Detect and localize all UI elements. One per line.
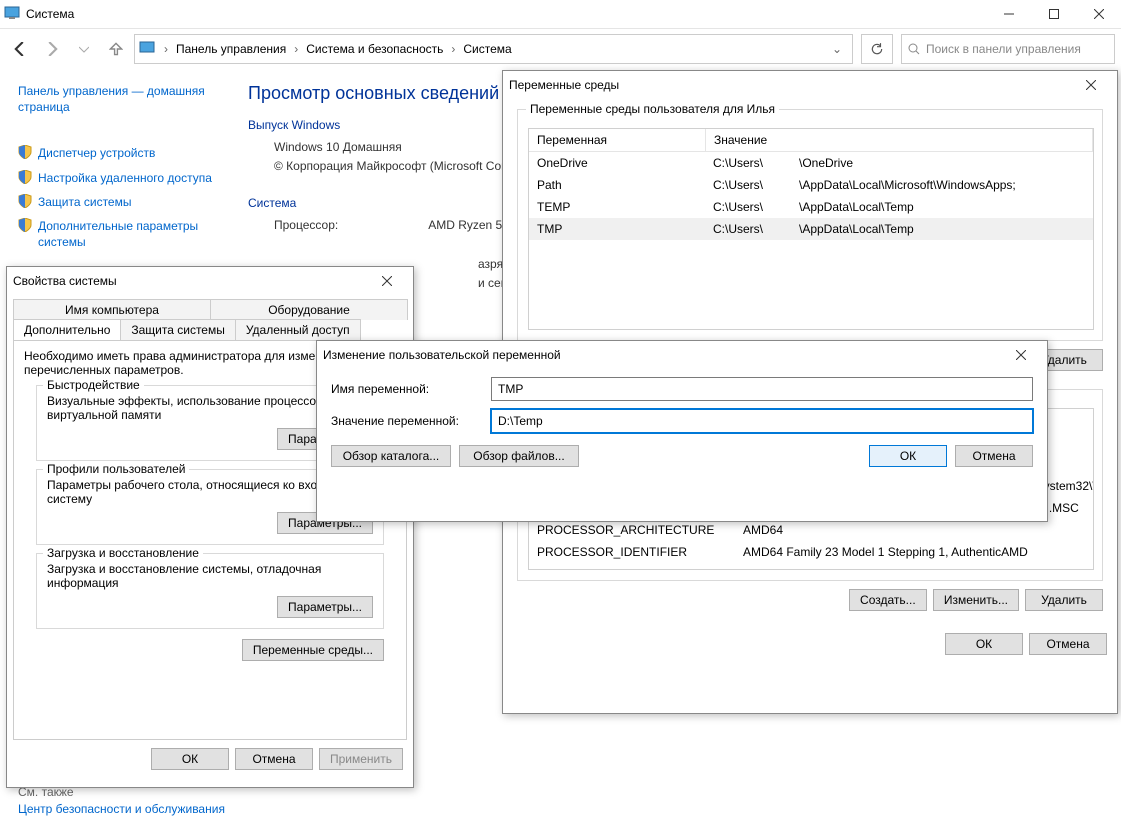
recent-dropdown[interactable] <box>70 35 98 63</box>
forward-button[interactable] <box>38 35 66 63</box>
sidebar-item-label: Диспетчер устройств <box>38 145 155 161</box>
chevron-down-icon[interactable]: ⌄ <box>826 42 848 56</box>
ok-button[interactable]: ОК <box>945 633 1023 655</box>
shield-icon <box>18 170 32 188</box>
close-button[interactable] <box>367 267 407 295</box>
shield-icon <box>18 194 32 212</box>
env-vars-button[interactable]: Переменные среды... <box>242 639 384 661</box>
cpu-label: Процессор: <box>274 218 338 232</box>
table-row[interactable]: TEMPC:\Users\\AppData\Local\Temp <box>529 196 1093 218</box>
sys-delete-button[interactable]: Удалить <box>1025 589 1103 611</box>
tab-computer-name[interactable]: Имя компьютера <box>13 299 211 320</box>
breadcrumb-item[interactable]: Система и безопасность <box>303 40 446 58</box>
control-panel-home-link[interactable]: Панель управления — домашняя страница <box>18 83 218 115</box>
up-button[interactable] <box>102 35 130 63</box>
dialog-title: Переменные среды <box>509 78 619 92</box>
user-vars-group-label: Переменные среды пользователя для Илья <box>526 102 779 116</box>
chevron-right-icon: › <box>448 42 458 56</box>
sidebar-item-protection[interactable]: Защита системы <box>18 194 218 212</box>
table-row[interactable]: PROCESSOR_ARCHITECTUREAMD64 <box>529 519 1093 541</box>
var-name-label: Имя переменной: <box>331 382 491 396</box>
table-row[interactable]: OneDriveC:\Users\\OneDrive <box>529 152 1093 174</box>
location-icon <box>139 40 155 59</box>
browse-dir-button[interactable]: Обзор каталога... <box>331 445 451 467</box>
sidebar-item-advanced[interactable]: Дополнительные параметры системы <box>18 218 218 250</box>
refresh-button[interactable] <box>861 34 893 64</box>
chevron-right-icon: › <box>161 42 171 56</box>
ok-button[interactable]: ОК <box>151 748 229 770</box>
startup-settings-button[interactable]: Параметры... <box>277 596 373 618</box>
cancel-button[interactable]: Отмена <box>235 748 313 770</box>
col-value[interactable]: Значение <box>706 129 1093 151</box>
security-center-link[interactable]: Центр безопасности и обслуживания <box>18 802 225 818</box>
apply-button[interactable]: Применить <box>319 748 403 770</box>
sys-new-button[interactable]: Создать... <box>849 589 927 611</box>
cancel-button[interactable]: Отмена <box>955 445 1033 467</box>
search-placeholder: Поиск в панели управления <box>926 42 1081 56</box>
ok-button[interactable]: ОК <box>869 445 947 467</box>
table-row[interactable]: TMPC:\Users\\AppData\Local\Temp <box>529 218 1093 240</box>
close-button[interactable] <box>1001 341 1041 369</box>
minimize-button[interactable] <box>986 0 1031 28</box>
tab-advanced[interactable]: Дополнительно <box>13 319 121 340</box>
var-value-label: Значение переменной: <box>331 414 491 428</box>
breadcrumb-item[interactable]: Панель управления <box>173 40 289 58</box>
dialog-title: Изменение пользовательской переменной <box>323 348 561 362</box>
table-row[interactable]: PROCESSOR_IDENTIFIERAMD64 Family 23 Mode… <box>529 541 1093 563</box>
close-button[interactable] <box>1071 71 1111 99</box>
close-button[interactable] <box>1076 0 1121 28</box>
var-value-input[interactable] <box>491 409 1033 433</box>
back-button[interactable] <box>6 35 34 63</box>
breadcrumb-item[interactable]: Система <box>460 40 514 58</box>
dialog-title: Свойства системы <box>13 274 117 288</box>
edit-var-dialog: Изменение пользовательской переменной Им… <box>316 340 1048 522</box>
startup-desc: Загрузка и восстановление системы, отлад… <box>47 562 373 590</box>
sidebar-item-label: Настройка удаленного доступа <box>38 170 212 186</box>
performance-group-label: Быстродействие <box>43 378 144 392</box>
col-variable[interactable]: Переменная <box>529 129 706 151</box>
sidebar-item-remote[interactable]: Настройка удаленного доступа <box>18 170 218 188</box>
browse-file-button[interactable]: Обзор файлов... <box>459 445 579 467</box>
tab-remote[interactable]: Удаленный доступ <box>235 319 361 340</box>
sidebar-item-device-manager[interactable]: Диспетчер устройств <box>18 145 218 163</box>
breadcrumb-bar[interactable]: › Панель управления › Система и безопасн… <box>134 34 853 64</box>
sidebar-item-label: Дополнительные параметры системы <box>38 218 218 250</box>
table-row[interactable]: PathC:\Users\\AppData\Local\Microsoft\Wi… <box>529 174 1093 196</box>
profiles-group-label: Профили пользователей <box>43 462 189 476</box>
tab-hardware[interactable]: Оборудование <box>210 299 408 320</box>
search-icon <box>908 43 920 55</box>
startup-group-label: Загрузка и восстановление <box>43 546 203 560</box>
search-input[interactable]: Поиск в панели управления <box>901 34 1115 64</box>
shield-icon <box>18 218 32 236</box>
user-vars-table[interactable]: Переменная Значение OneDriveC:\Users\\On… <box>528 128 1094 330</box>
chevron-right-icon: › <box>291 42 301 56</box>
tab-protection[interactable]: Защита системы <box>120 319 235 340</box>
app-icon <box>4 5 20 24</box>
shield-icon <box>18 145 32 163</box>
sidebar-item-label: Защита системы <box>38 194 131 210</box>
sys-edit-button[interactable]: Изменить... <box>933 589 1019 611</box>
cancel-button[interactable]: Отмена <box>1029 633 1107 655</box>
var-name-input[interactable] <box>491 377 1033 401</box>
maximize-button[interactable] <box>1031 0 1076 28</box>
window-title: Система <box>26 7 74 21</box>
